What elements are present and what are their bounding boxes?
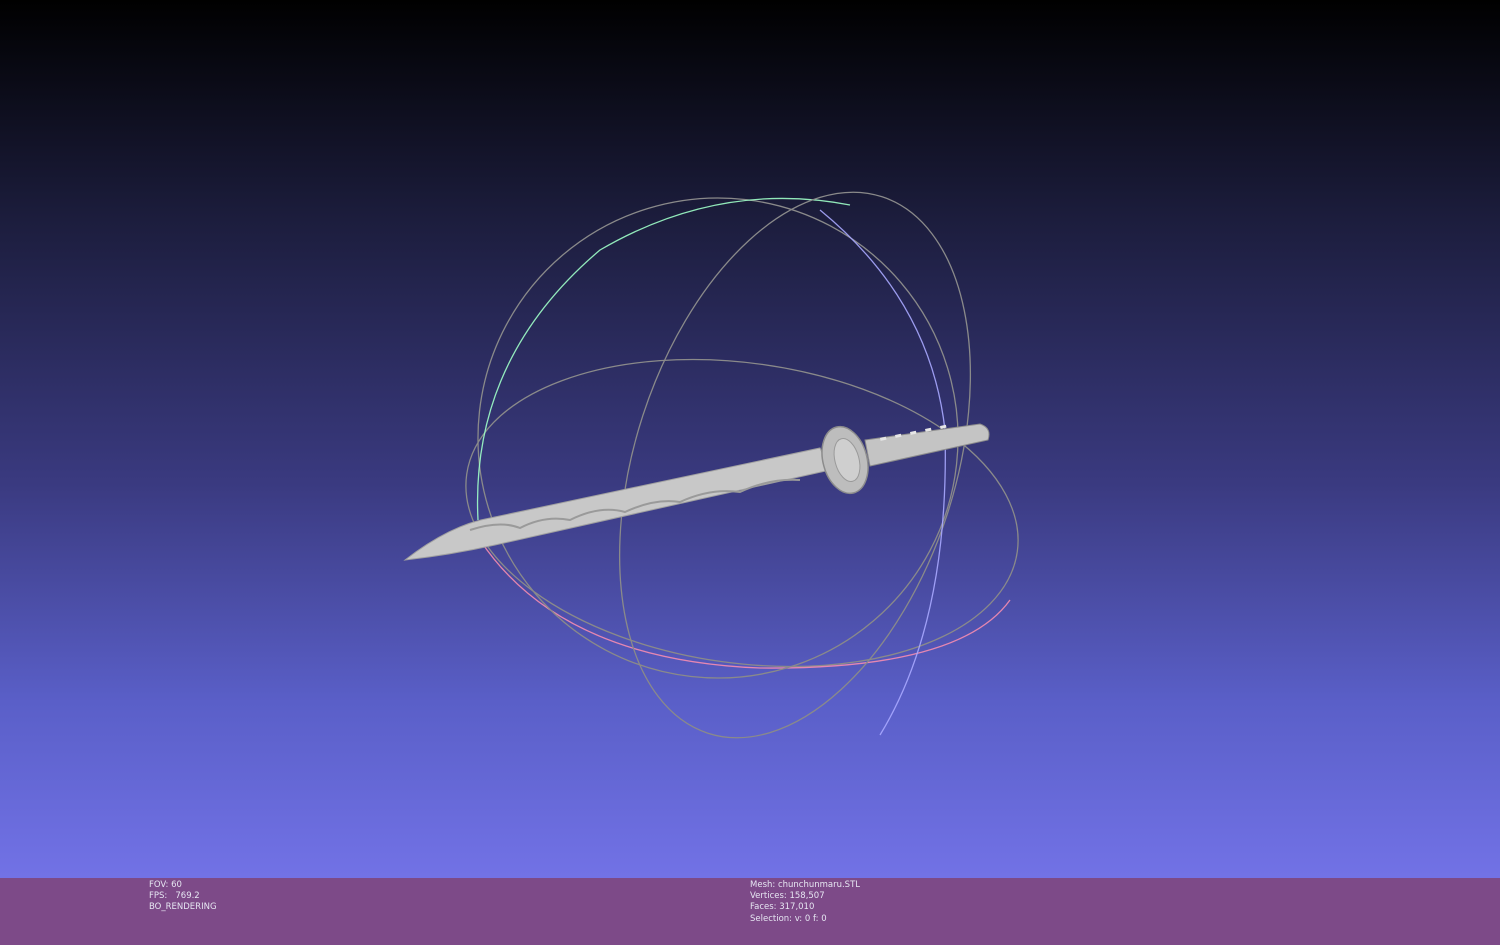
status-bar: FOV: 60 FPS: 769.2 BO_RENDERING Mesh: ch… (0, 878, 1500, 945)
scene-canvas[interactable] (0, 0, 1500, 878)
sword-mesh[interactable] (403, 421, 990, 561)
fov-readout: FOV: 60 (149, 880, 182, 890)
render-mode-readout: BO_RENDERING (149, 902, 217, 913)
fps-readout: FPS: 769.2 (149, 891, 200, 902)
3d-viewport[interactable] (0, 0, 1500, 878)
vertices-readout: Vertices: 158,507 (750, 891, 825, 902)
mesh-name-readout: Mesh: chunchunmaru.STL (750, 880, 861, 890)
faces-readout: Faces: 317,010 (750, 902, 815, 913)
render-info: FOV: 60 FPS: 769.2 BO_RENDERING (149, 880, 217, 914)
mesh-info: Mesh: chunchunmaru.STL Vertices: 158,507… (750, 880, 860, 925)
selection-readout: Selection: v: 0 f: 0 (750, 913, 827, 924)
